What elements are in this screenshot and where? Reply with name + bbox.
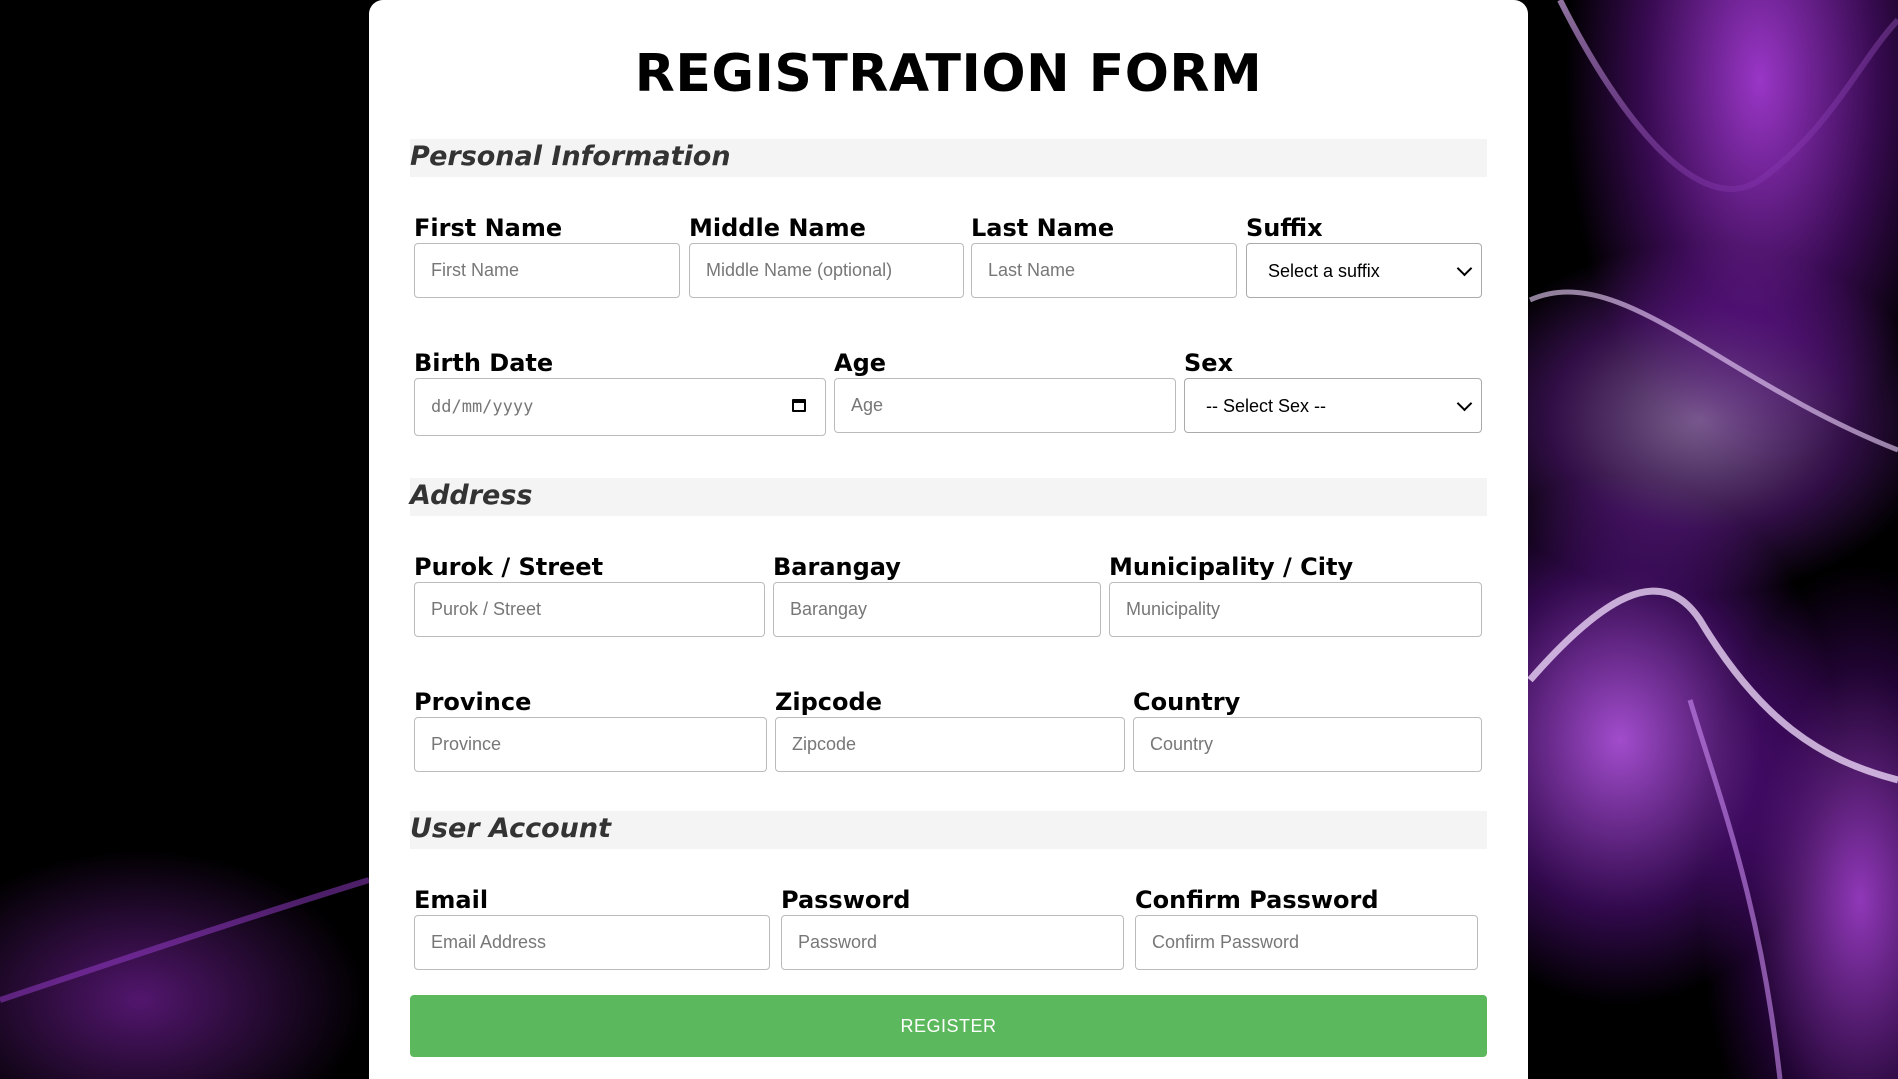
street-field: Purok / Street (414, 552, 765, 637)
birth-date-input[interactable] (414, 378, 826, 436)
password-field: Password (781, 885, 1124, 970)
country-label: Country (1133, 688, 1241, 716)
section-title: Personal Information (410, 141, 731, 172)
age-input[interactable] (834, 378, 1176, 433)
province-input[interactable] (414, 717, 767, 772)
suffix-field: Suffix Select a suffix (1246, 213, 1482, 298)
password-label: Password (781, 886, 911, 914)
sex-label: Sex (1184, 349, 1234, 377)
middle-name-field: Middle Name (689, 213, 964, 298)
last-name-field: Last Name (971, 213, 1237, 298)
suffix-label: Suffix (1246, 214, 1323, 242)
sex-select[interactable]: -- Select Sex -- (1184, 378, 1482, 433)
middle-name-input[interactable] (689, 243, 964, 298)
registration-card: REGISTRATION FORM Personal Information F… (369, 0, 1528, 1079)
confirm-password-input[interactable] (1135, 915, 1478, 970)
city-field: Municipality / City (1109, 552, 1482, 637)
section-user-account: User Account (410, 811, 1487, 849)
email-label: Email (414, 886, 489, 914)
email-input[interactable] (414, 915, 770, 970)
country-field: Country (1133, 687, 1482, 772)
street-label: Purok / Street (414, 553, 604, 581)
confirm-password-field: Confirm Password (1135, 885, 1478, 970)
first-name-label: First Name (414, 214, 563, 242)
barangay-input[interactable] (773, 582, 1101, 637)
province-field: Province (414, 687, 767, 772)
city-input[interactable] (1109, 582, 1482, 637)
middle-name-label: Middle Name (689, 214, 866, 242)
last-name-label: Last Name (971, 214, 1115, 242)
password-input[interactable] (781, 915, 1124, 970)
last-name-input[interactable] (971, 243, 1237, 298)
register-button[interactable]: REGISTER (410, 995, 1487, 1057)
street-input[interactable] (414, 582, 765, 637)
barangay-field: Barangay (773, 552, 1101, 637)
email-field: Email (414, 885, 770, 970)
section-title: Address (410, 480, 533, 511)
sex-field: Sex -- Select Sex -- (1184, 348, 1482, 433)
city-label: Municipality / City (1109, 553, 1354, 581)
first-name-input[interactable] (414, 243, 680, 298)
section-address: Address (410, 478, 1487, 516)
confirm-password-label: Confirm Password (1135, 886, 1379, 914)
zipcode-field: Zipcode (775, 687, 1125, 772)
country-input[interactable] (1133, 717, 1482, 772)
section-title: User Account (410, 813, 611, 844)
barangay-label: Barangay (773, 553, 901, 581)
age-field: Age (834, 348, 1176, 433)
zipcode-label: Zipcode (775, 688, 882, 716)
province-label: Province (414, 688, 532, 716)
birth-date-field: Birth Date (414, 348, 826, 436)
page-title: REGISTRATION FORM (634, 44, 1263, 104)
first-name-field: First Name (414, 213, 680, 298)
section-personal-information: Personal Information (410, 139, 1487, 177)
suffix-select[interactable]: Select a suffix (1246, 243, 1482, 298)
zipcode-input[interactable] (775, 717, 1125, 772)
age-label: Age (834, 349, 887, 377)
birth-date-label: Birth Date (414, 349, 554, 377)
